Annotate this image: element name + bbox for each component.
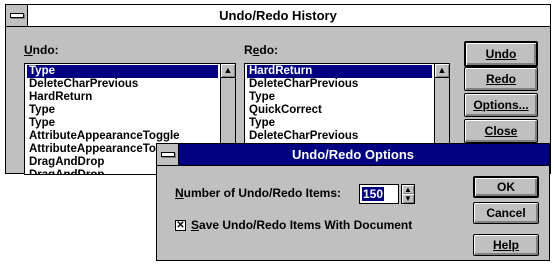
close-button[interactable]: Close: [464, 119, 538, 143]
spin-up-icon[interactable]: ▲: [402, 185, 414, 194]
redo-button[interactable]: Redo: [464, 67, 538, 91]
help-button[interactable]: Help: [473, 234, 539, 256]
history-title-bar[interactable]: Undo/Redo History: [6, 5, 550, 27]
undo-redo-options-dialog: Undo/Redo Options Number of Undo/Redo It…: [156, 143, 550, 261]
cancel-button[interactable]: Cancel: [473, 202, 539, 224]
list-item[interactable]: DeleteCharPrevious: [247, 130, 432, 143]
history-title: Undo/Redo History: [219, 8, 337, 23]
list-item[interactable]: QuickCorrect: [247, 104, 432, 117]
list-item[interactable]: Type: [247, 117, 432, 130]
list-item[interactable]: DeleteCharPrevious: [27, 78, 218, 91]
scroll-up-icon[interactable]: ▲: [221, 64, 235, 78]
save-items-checkbox[interactable]: ✕: [175, 220, 186, 231]
undo-button[interactable]: Undo: [464, 41, 538, 67]
list-item[interactable]: HardReturn: [27, 91, 218, 104]
list-item[interactable]: Type: [27, 65, 218, 78]
number-items-label: Number of Undo/Redo Items:: [175, 186, 342, 200]
ok-button[interactable]: OK: [473, 176, 539, 198]
list-item[interactable]: HardReturn: [247, 65, 432, 78]
list-item[interactable]: Type: [27, 104, 218, 117]
system-menu-icon[interactable]: [6, 5, 28, 26]
number-items-input[interactable]: 150: [359, 184, 399, 204]
list-item[interactable]: AttributeAppearanceToggle: [27, 130, 218, 143]
redo-items: HardReturn DeleteCharPrevious Type QuickCor…: [247, 65, 432, 143]
options-title: Undo/Redo Options: [291, 147, 415, 162]
list-item[interactable]: Type: [247, 91, 432, 104]
number-items-spinner[interactable]: ▲ ▼: [401, 184, 415, 204]
system-menu-icon[interactable]: [157, 144, 179, 165]
list-item[interactable]: Type: [27, 117, 218, 130]
scroll-up-icon[interactable]: ▲: [435, 64, 449, 78]
redo-list-label: Redo:: [244, 43, 279, 57]
save-items-label[interactable]: Save Undo/Redo Items With Document: [191, 218, 412, 232]
checkmark-icon: ✕: [176, 220, 185, 231]
options-button[interactable]: Options...: [464, 93, 538, 117]
spin-down-icon[interactable]: ▼: [402, 194, 414, 203]
options-title-bar[interactable]: Undo/Redo Options: [157, 144, 549, 166]
list-item[interactable]: DeleteCharPrevious: [247, 78, 432, 91]
undo-list-label: Undo:: [24, 43, 59, 57]
